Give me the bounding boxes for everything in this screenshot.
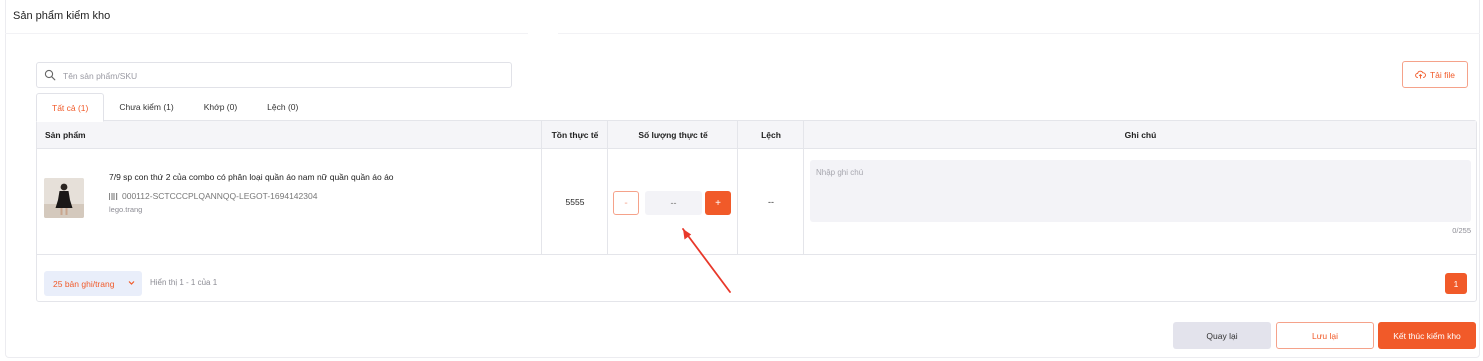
header-actual-stock: Tồn thực tế bbox=[551, 130, 599, 140]
page-button-current[interactable]: 1 bbox=[1445, 273, 1467, 294]
filter-tabs: Tất cả (1) Chưa kiểm (1) Khớp (0) Lệch (… bbox=[36, 93, 313, 122]
cloud-upload-icon bbox=[1415, 70, 1426, 79]
header-difference: Lệch bbox=[761, 130, 781, 140]
tab-unchecked[interactable]: Chưa kiểm (1) bbox=[104, 93, 188, 121]
product-name[interactable]: 7/9 sp con thứ 2 của combo có phân loại … bbox=[109, 172, 394, 182]
search-box bbox=[36, 62, 512, 88]
note-input[interactable] bbox=[810, 160, 1471, 222]
title-divider-gap bbox=[528, 31, 558, 37]
increase-quantity-button[interactable]: + bbox=[705, 191, 731, 215]
shop-name: lego.trang bbox=[109, 205, 143, 214]
tab-all[interactable]: Tất cả (1) bbox=[36, 93, 105, 122]
save-button[interactable]: Lưu lại bbox=[1276, 322, 1374, 349]
page-title: Sản phẩm kiểm kho bbox=[13, 10, 111, 22]
annotation-arrow-icon bbox=[682, 228, 731, 293]
barcode-icon bbox=[109, 192, 118, 200]
note-char-counter: 0/255 bbox=[1452, 226, 1471, 235]
chevron-down-icon bbox=[128, 281, 135, 285]
header-note: Ghi chú bbox=[1124, 130, 1157, 140]
tab-mismatched-label: Lệch (0) bbox=[267, 102, 299, 112]
product-thumbnail[interactable] bbox=[44, 178, 84, 218]
actual-stock-value: 5555 bbox=[565, 197, 585, 207]
table-header: Sản phẩm Tồn thực tế Số lượng thực tế Lệ… bbox=[37, 121, 1476, 149]
decrease-quantity-button[interactable]: - bbox=[613, 191, 639, 215]
back-button[interactable]: Quay lại bbox=[1173, 322, 1271, 349]
inventory-table: Sản phẩm Tồn thực tế Số lượng thực tế Lệ… bbox=[36, 120, 1477, 302]
page-size-select[interactable]: 25 bản ghi/trang bbox=[44, 271, 142, 296]
upload-file-label: Tải file bbox=[1429, 69, 1456, 80]
tab-unchecked-label: Chưa kiểm (1) bbox=[119, 102, 174, 112]
actual-quantity-input[interactable] bbox=[645, 191, 702, 215]
table-row: 7/9 sp con thứ 2 của combo có phân loại … bbox=[37, 149, 1476, 255]
page-size-label: 25 bản ghi/trang bbox=[53, 278, 115, 289]
sku-text: 000112-SCTCCCPLQANNQQ-LEGOT-1694142304 bbox=[122, 191, 318, 201]
difference-value: -- bbox=[768, 197, 774, 207]
tab-all-label: Tất cả (1) bbox=[52, 102, 89, 113]
finish-inventory-button[interactable]: Kết thúc kiểm kho bbox=[1378, 322, 1476, 349]
product-sku: 000112-SCTCCCPLQANNQQ-LEGOT-1694142304 bbox=[109, 191, 317, 201]
title-divider bbox=[5, 33, 1480, 34]
tab-matched-label: Khớp (0) bbox=[203, 102, 238, 112]
search-icon bbox=[44, 69, 56, 81]
upload-file-button[interactable]: Tải file bbox=[1402, 61, 1468, 88]
search-input[interactable] bbox=[63, 67, 503, 84]
tab-matched[interactable]: Khớp (0) bbox=[189, 93, 252, 121]
header-actual-quantity: Số lượng thực tế bbox=[638, 130, 708, 140]
pagination-summary: Hiển thị 1 - 1 của 1 bbox=[150, 278, 218, 287]
header-product: Sản phẩm bbox=[45, 130, 86, 140]
tab-mismatched[interactable]: Lệch (0) bbox=[252, 93, 313, 121]
